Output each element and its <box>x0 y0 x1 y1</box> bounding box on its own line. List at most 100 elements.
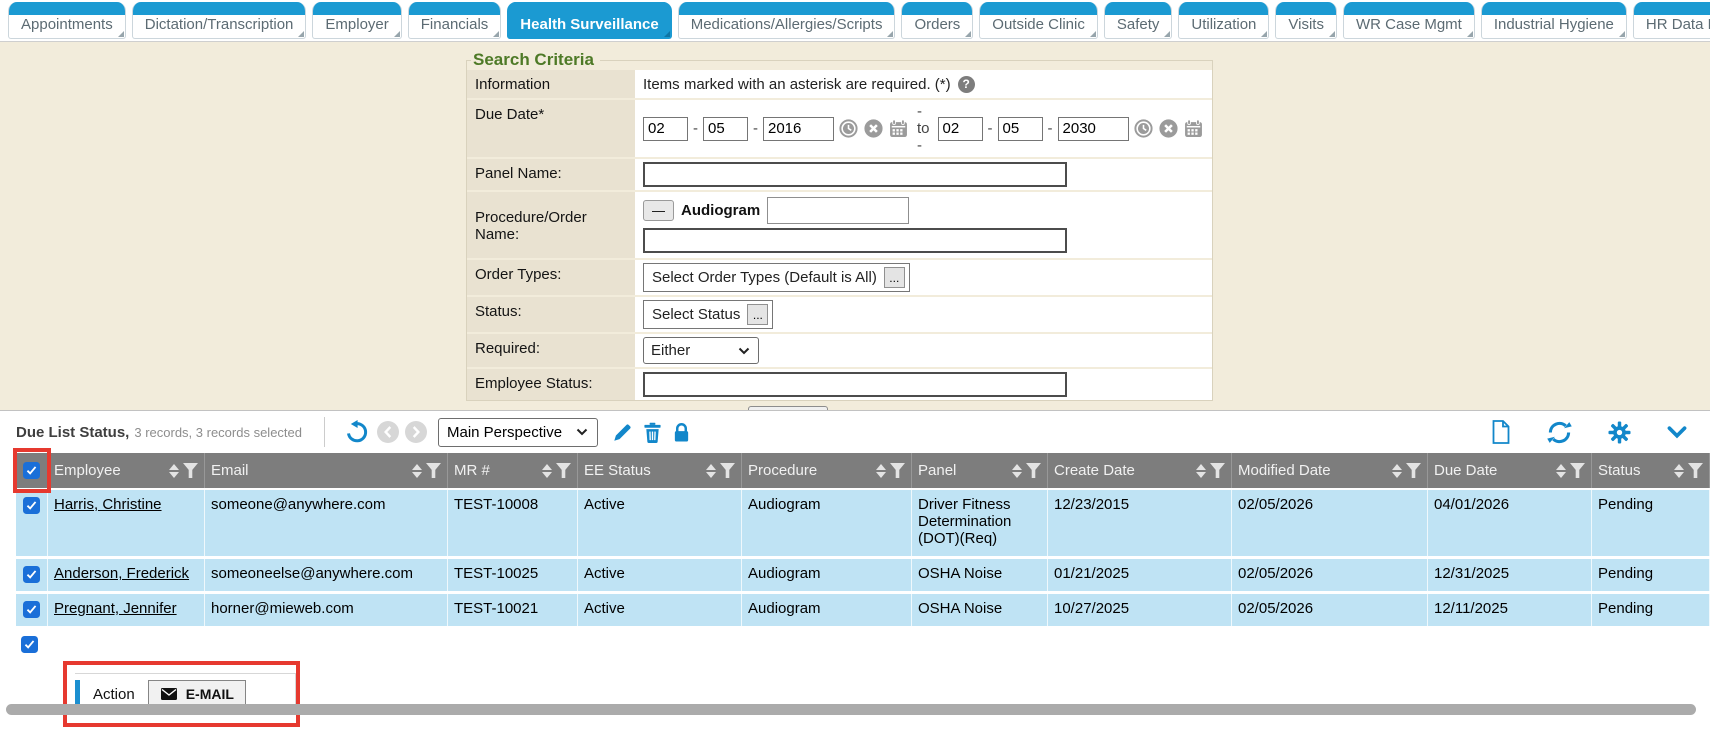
employee-link[interactable]: Pregnant, Jennifer <box>54 600 177 617</box>
employee-status-input[interactable] <box>643 372 1067 397</box>
employee-link[interactable]: Harris, Christine <box>54 496 162 513</box>
row-checkbox[interactable] <box>23 601 40 618</box>
due-date-from-month[interactable] <box>643 117 688 141</box>
edit-pencil-icon[interactable] <box>612 422 633 443</box>
gear-icon[interactable] <box>1608 421 1631 444</box>
column-header-email[interactable]: Email <box>205 453 448 488</box>
row-checkbox[interactable] <box>23 566 40 583</box>
tab-financials[interactable]: Financials <box>408 2 502 39</box>
required-select[interactable]: Either <box>643 337 759 364</box>
sort-icon[interactable] <box>169 464 179 478</box>
remove-procedure-button[interactable]: — <box>643 200 674 221</box>
filter-icon[interactable] <box>1406 463 1421 478</box>
order-types-picker[interactable]: Select Order Types (Default is All) ... <box>643 263 910 292</box>
procedure-inline-input[interactable] <box>767 197 909 224</box>
footer-select-all-checkbox[interactable] <box>21 636 38 653</box>
new-document-icon[interactable] <box>1491 420 1511 444</box>
column-header-due-date[interactable]: Due Date <box>1428 453 1592 488</box>
sort-icon[interactable] <box>412 464 422 478</box>
previous-page-icon[interactable] <box>377 421 399 443</box>
sort-icon[interactable] <box>706 464 716 478</box>
employee-status-row: Employee Status: <box>467 367 1212 400</box>
tab-accent <box>133 2 306 15</box>
sort-icon[interactable] <box>1674 464 1684 478</box>
sort-icon[interactable] <box>1556 464 1566 478</box>
tab-menu-corner-icon <box>664 31 670 37</box>
delete-trash-icon[interactable] <box>643 422 662 443</box>
status-browse-button[interactable]: ... <box>747 304 768 325</box>
calendar-icon[interactable] <box>1184 119 1203 138</box>
tab-accent <box>1634 2 1710 15</box>
due-date-from-day[interactable] <box>703 117 748 141</box>
help-icon[interactable]: ? <box>958 76 975 93</box>
procedure-name-input[interactable] <box>643 228 1067 253</box>
due-date-to-day[interactable] <box>998 117 1043 141</box>
date-separator: - <box>693 120 698 137</box>
sort-icon[interactable] <box>1196 464 1206 478</box>
next-page-icon[interactable] <box>405 421 427 443</box>
tab-appointments[interactable]: Appointments <box>8 2 126 39</box>
calendar-icon[interactable] <box>889 119 908 138</box>
tab-menu-corner-icon <box>1090 31 1096 37</box>
panel-name-input[interactable] <box>643 162 1067 187</box>
clock-icon[interactable] <box>839 119 858 138</box>
filter-icon[interactable] <box>1210 463 1225 478</box>
column-header-ee-status[interactable]: EE Status <box>578 453 742 488</box>
filter-icon[interactable] <box>183 463 198 478</box>
due-date-to-month[interactable] <box>938 117 983 141</box>
sort-icon[interactable] <box>876 464 886 478</box>
tab-utilization[interactable]: Utilization <box>1178 2 1269 39</box>
perspective-select[interactable]: Main Perspective <box>438 418 598 447</box>
tab-menu-corner-icon <box>298 31 304 37</box>
email-button-label: E-MAIL <box>186 686 234 702</box>
clear-date-icon[interactable] <box>1159 119 1178 138</box>
column-header-create-date[interactable]: Create Date <box>1048 453 1232 488</box>
due-date-from-year[interactable] <box>763 117 834 141</box>
undo-icon[interactable] <box>345 420 369 444</box>
column-header-employee[interactable]: Employee <box>48 453 205 488</box>
clock-icon[interactable] <box>1134 119 1153 138</box>
filter-icon[interactable] <box>556 463 571 478</box>
tab-health-surveillance[interactable]: Health Surveillance <box>507 2 671 39</box>
tab-accent <box>1276 2 1336 15</box>
tab-outside-clinic[interactable]: Outside Clinic <box>979 2 1098 39</box>
sort-icon[interactable] <box>1392 464 1402 478</box>
due-date-to-year[interactable] <box>1058 117 1129 141</box>
row-checkbox[interactable] <box>23 497 40 514</box>
column-header-modified-date[interactable]: Modified Date <box>1232 453 1428 488</box>
employee-link[interactable]: Anderson, Frederick <box>54 565 189 582</box>
sort-icon[interactable] <box>1012 464 1022 478</box>
refresh-icon[interactable] <box>1547 421 1572 444</box>
column-header-status[interactable]: Status <box>1592 453 1710 488</box>
order-types-value: Select Order Types (Default is All) <box>652 269 877 286</box>
collapse-chevron-icon[interactable] <box>1667 426 1687 439</box>
clear-date-icon[interactable] <box>864 119 883 138</box>
tab-dictation-transcription[interactable]: Dictation/Transcription <box>132 2 307 39</box>
status-picker[interactable]: Select Status ... <box>643 300 773 329</box>
tab-menu-corner-icon <box>1261 31 1267 37</box>
horizontal-scrollbar[interactable] <box>6 704 1696 715</box>
tab-employer[interactable]: Employer <box>312 2 401 39</box>
column-header-panel[interactable]: Panel <box>912 453 1048 488</box>
filter-icon[interactable] <box>720 463 735 478</box>
column-header-mr[interactable]: MR # <box>448 453 578 488</box>
tab-visits[interactable]: Visits <box>1275 2 1337 39</box>
cell-modified-date: 02/05/2026 <box>1232 490 1428 556</box>
tab-industrial-hygiene[interactable]: Industrial Hygiene <box>1481 2 1627 39</box>
tab-label: Orders <box>902 15 972 38</box>
sort-icon[interactable] <box>542 464 552 478</box>
order-types-browse-button[interactable]: ... <box>884 267 905 288</box>
tab-hr-data-feed[interactable]: HR Data Feed <box>1633 2 1710 39</box>
filter-icon[interactable] <box>1688 463 1703 478</box>
tab-safety[interactable]: Safety <box>1104 2 1173 39</box>
lock-icon[interactable] <box>672 422 691 443</box>
filter-icon[interactable] <box>1570 463 1585 478</box>
tab-orders[interactable]: Orders <box>901 2 973 39</box>
tab-wr-case-mgmt[interactable]: WR Case Mgmt <box>1343 2 1475 39</box>
filter-icon[interactable] <box>426 463 441 478</box>
column-header-procedure[interactable]: Procedure <box>742 453 912 488</box>
filter-icon[interactable] <box>890 463 905 478</box>
tab-medications-allergies-scripts[interactable]: Medications/Allergies/Scripts <box>678 2 896 39</box>
filter-icon[interactable] <box>1026 463 1041 478</box>
select-all-checkbox[interactable] <box>23 462 40 479</box>
